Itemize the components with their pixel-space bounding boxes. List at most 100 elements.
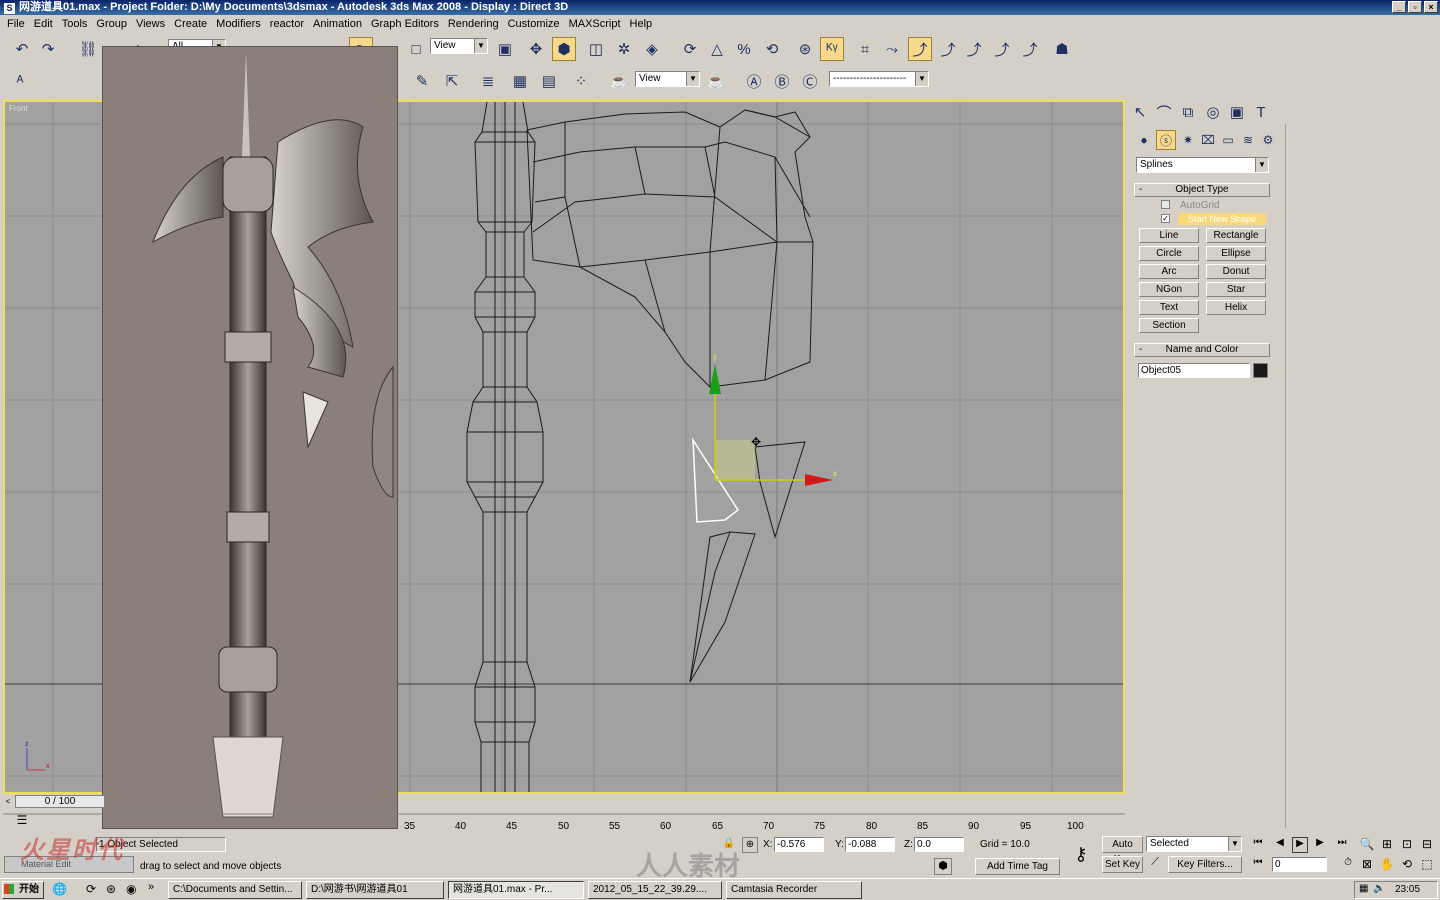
layer-manager-icon[interactable]: ≣ [476,69,500,93]
gizmo-y-arrow[interactable] [709,364,721,394]
start-new-shape-checkbox[interactable]: ✓ [1161,214,1170,223]
key-mode-toggle-icon[interactable]: ⏮ [1250,857,1266,873]
gizmo-xy-plane[interactable] [715,440,755,480]
autogrid-checkbox[interactable] [1161,200,1170,209]
select-link-icon[interactable]: ⛓ [76,37,100,61]
redo-icon[interactable]: ↷ [36,37,60,61]
motion-tab-icon[interactable]: ◎ [1202,101,1224,123]
named-selection-dropdown[interactable]: ---------------------- ▼ [829,71,929,87]
ellipse-button[interactable]: Ellipse [1206,246,1266,261]
menu-maxscript[interactable]: MAXScript [566,18,627,30]
zoom-extents-all-icon[interactable]: ⊟ [1418,837,1436,855]
pivot-center-icon[interactable]: ▣ [493,37,517,61]
line-button[interactable]: Line [1139,228,1199,243]
tray-volume-icon[interactable]: 🔈 [1373,883,1385,894]
name-color-rollout[interactable]: - Name and Color [1134,343,1270,357]
shapes-icon[interactable]: ⓢ [1156,130,1176,150]
axis-constraint-xy-icon[interactable]: ᴷᵞ [820,37,844,61]
command-panel-scroll-area[interactable] [1285,124,1440,828]
task-documents-folder[interactable]: C:\Documents and Settin... [168,881,302,899]
task-recording[interactable]: 2012_05_15_22_39.29.... [588,881,722,899]
go-to-end-icon[interactable]: ⏭ [1334,837,1350,853]
restore-button[interactable]: ▫ [1408,1,1422,13]
menu-reactor[interactable]: reactor [267,18,310,30]
hierarchy-tab-icon[interactable]: ⧉ [1177,101,1199,123]
minimize-button[interactable]: _ [1392,1,1406,13]
mirror-icon[interactable]: ◫ [584,37,608,61]
utilities-tab-icon[interactable]: T [1250,101,1272,123]
quick-render-icon[interactable]: ⤴ [990,37,1014,61]
current-frame-input[interactable]: 0 [1272,857,1327,872]
select-manipulate-icon[interactable]: ✥ [524,37,548,61]
auto-key-button[interactable]: Auto Key [1102,836,1143,865]
snap-toggle-icon[interactable]: ⬢ [552,37,576,61]
cameras-icon[interactable]: ⌧ [1198,130,1218,150]
zoom-icon[interactable]: 🔍 [1358,837,1376,855]
go-to-start-icon[interactable]: ⏮ [1250,837,1266,853]
modify-tab-icon[interactable]: ⌒ [1153,101,1175,123]
menu-tools[interactable]: Tools [59,18,94,30]
lights-icon[interactable]: ✷ [1178,130,1198,150]
close-button[interactable]: × [1424,1,1438,13]
menu-animation[interactable]: Animation [310,18,368,30]
prev-frame-arrow[interactable]: < [3,795,13,808]
select-tool-icon[interactable]: ⇱ [440,69,464,93]
menu-group[interactable]: Group [93,18,133,30]
viewport-label[interactable]: Front [9,104,28,113]
render-setup-icon[interactable]: ⤴ [936,37,960,61]
dope-sheet-icon[interactable]: ▤ [537,69,561,93]
previous-frame-icon[interactable]: ◀ [1272,837,1288,853]
task-camtasia[interactable]: Camtasia Recorder [726,881,862,899]
undo-icon[interactable]: ↶ [10,37,34,61]
task-3dsmax[interactable]: 网游道具01.max - Pr... [448,881,584,899]
menu-rendering[interactable]: Rendering [445,18,505,30]
menu-edit[interactable]: Edit [31,18,59,30]
ngon-button[interactable]: NGon [1139,282,1199,297]
time-config-icon[interactable]: ⏱ [1340,857,1356,873]
set-key-button[interactable]: Set Key [1102,856,1143,873]
angle-snap-icon[interactable]: △ [705,37,729,61]
next-frame-icon[interactable]: ▶ [1312,837,1328,853]
arc-button[interactable]: Arc [1139,264,1199,279]
star-button[interactable]: Star [1206,282,1266,297]
create-tab-icon[interactable]: ↖ [1129,101,1151,123]
select-region-icon[interactable]: □ [404,37,428,61]
render-b-icon[interactable]: Ⓑ [770,69,794,93]
key-tangent-icon[interactable]: ⟋ [1147,856,1163,873]
menu-file[interactable]: File [4,18,31,30]
reference-image-window[interactable] [102,46,398,829]
particle-view-icon[interactable]: ⁘ [569,69,593,93]
geometry-icon[interactable]: ● [1134,130,1154,150]
add-time-tag-button[interactable]: Add Time Tag [975,858,1060,875]
display-tab-icon[interactable]: ▣ [1226,101,1248,123]
material-editor-icon[interactable]: ⤴ [908,37,932,61]
menu-modifiers[interactable]: Modifiers [213,18,267,30]
pan-icon[interactable]: ✋ [1378,857,1396,875]
donut-button[interactable]: Donut [1206,264,1266,279]
zoom-extents-icon[interactable]: ⊡ [1398,837,1416,855]
text-tool-icon[interactable]: ᴬ [8,69,32,93]
text-button[interactable]: Text [1139,300,1199,315]
menu-graph-editors[interactable]: Graph Editors [368,18,445,30]
rectangle-button[interactable]: Rectangle [1206,228,1266,243]
time-tag-icon[interactable]: ⬢ [934,858,952,875]
quicklaunch-app1-icon[interactable]: ⟳ [86,882,102,898]
schematic-view-icon[interactable]: ⤳ [880,37,904,61]
menu-create[interactable]: Create [171,18,213,30]
quicklaunch-ie-icon[interactable]: 🌐 [52,882,68,898]
category-dropdown[interactable]: Splines ▼ [1136,157,1269,173]
spinner-snap-icon[interactable]: ⟲ [760,37,784,61]
helpers-icon[interactable]: ▭ [1218,130,1238,150]
curve-editor-icon[interactable]: ⌗ [853,37,877,61]
tray-network-icon[interactable]: ▦ [1359,883,1368,894]
zoom-all-icon[interactable]: ⊞ [1378,837,1396,855]
track-view-icon[interactable]: ▦ [508,69,532,93]
render-c-icon[interactable]: Ⓒ [798,69,822,93]
key-mode-dropdown[interactable]: Selected ▼ [1146,836,1242,852]
time-slider-thumb[interactable]: 0 / 100 [15,795,105,808]
render-a-icon[interactable]: Ⓐ [742,69,766,93]
section-button[interactable]: Section [1139,318,1199,333]
region-zoom-icon[interactable]: ⊠ [1358,857,1376,875]
maximize-viewport-icon[interactable]: ⬚ [1418,857,1436,875]
object-color-swatch[interactable] [1253,363,1268,378]
